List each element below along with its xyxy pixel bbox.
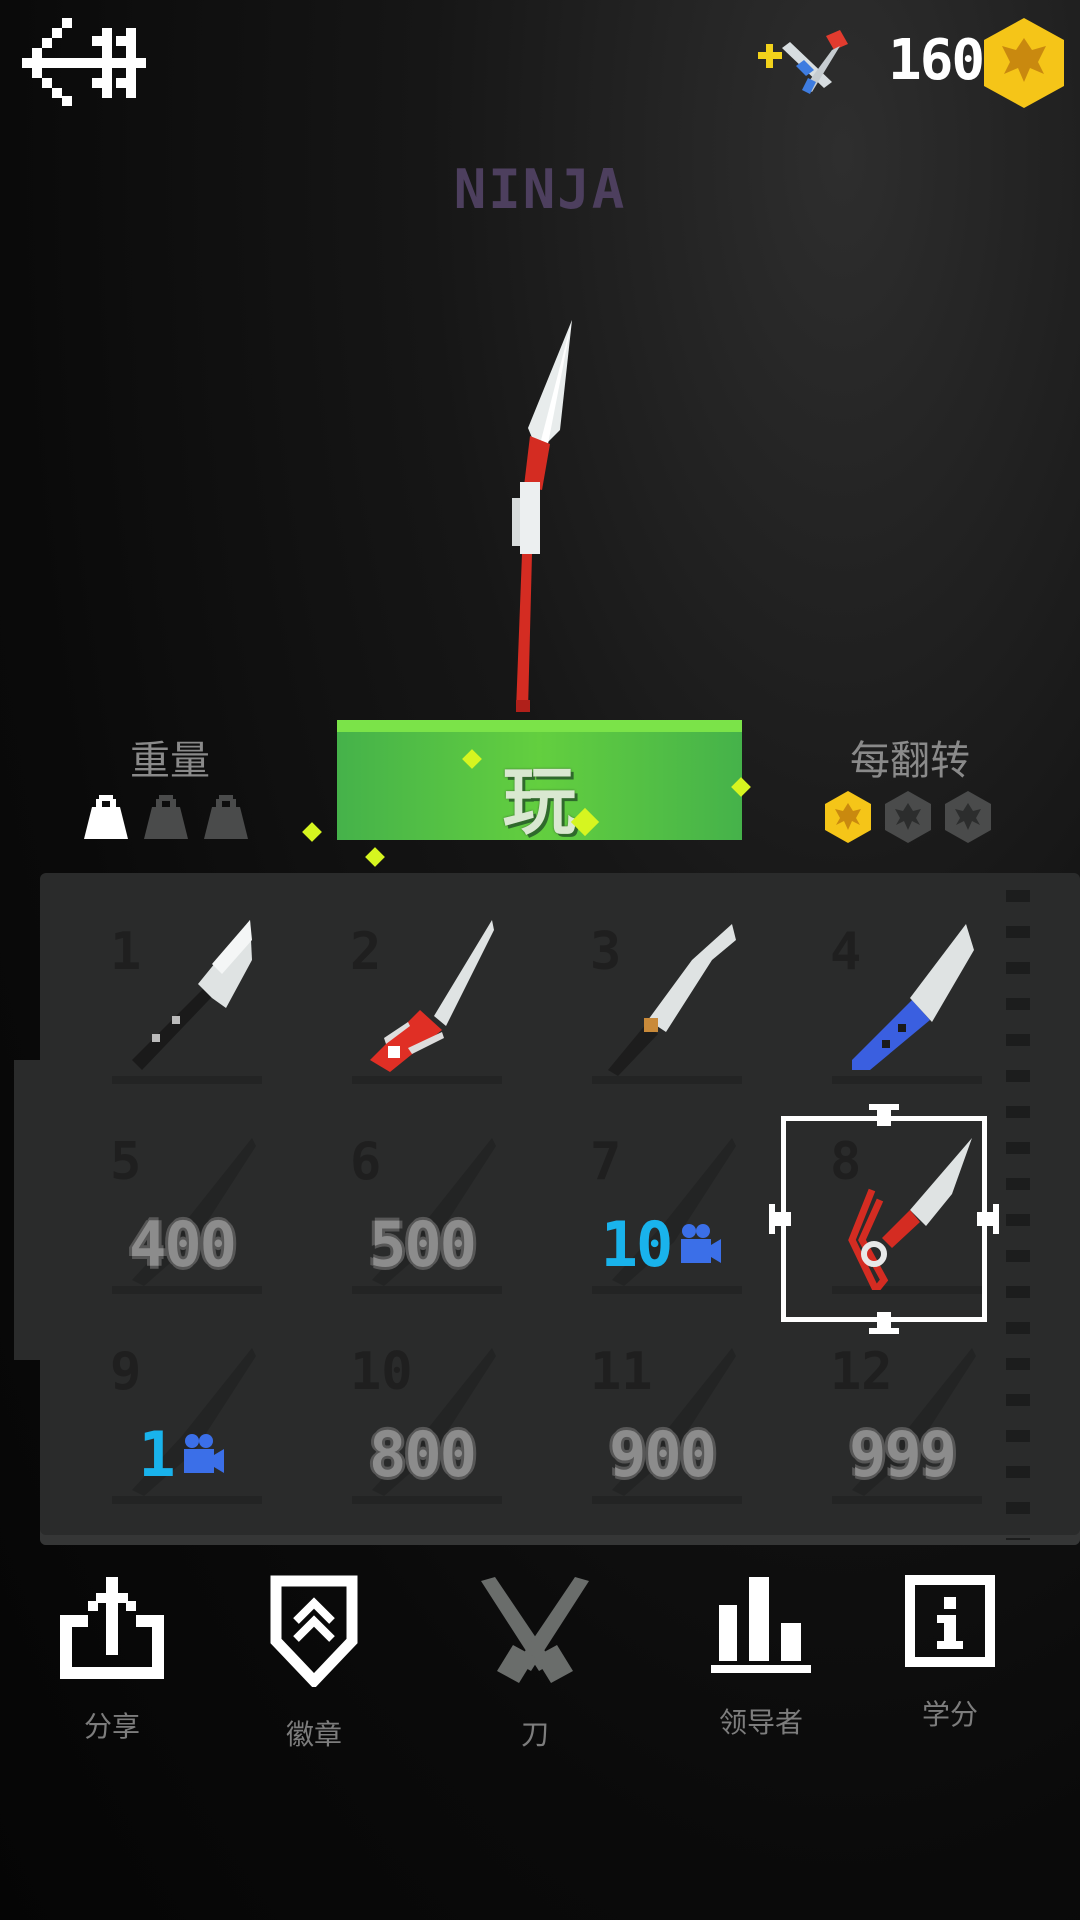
knife-slot-9[interactable]: 91 [62,1300,302,1510]
knife-shape [648,924,736,1032]
spark [302,822,322,842]
back-button[interactable] [22,18,146,106]
ad-count-text: 10 [600,1208,674,1281]
knife-detail [882,1040,890,1048]
knife-detail [644,1018,658,1032]
ad-unlock-count: 10 [562,1208,762,1281]
crossed-knives-icon [481,1577,589,1683]
knife-slot-10[interactable]: 10 800 [302,1300,542,1510]
nav-badges-label: 徽章 [285,1718,342,1751]
flip-reward-label: 每翻转 [850,738,970,784]
knife-slot-4[interactable]: 4 [782,880,1022,1090]
knife-icon [132,920,252,1070]
knife-slot-1[interactable]: 1 [62,880,302,1090]
flip-reward-meter [824,790,996,846]
knife-slot-12[interactable]: 12 999 [782,1300,1022,1510]
nav-credits[interactable]: 学分 [855,1575,1045,1765]
knife-icon [370,920,494,1072]
weight-label: 重量 [130,738,210,784]
weight-icon [84,795,128,839]
nav-leaders[interactable]: 领导者 [666,1575,856,1765]
slot-price: 800 [369,1418,477,1491]
ad-count-text: 1 [138,1418,175,1491]
weight-meter [82,795,257,845]
nav-share[interactable]: 分享 [17,1575,207,1765]
knife-slot-5[interactable]: 5 400 [62,1090,302,1300]
knife-detail [898,1024,906,1032]
slot-price: 999 [849,1418,957,1491]
shop-button[interactable] [752,24,860,96]
knife-slot-2[interactable]: 2 [302,880,542,1090]
knife-icon [608,924,736,1076]
shop-knives-icon [758,30,848,94]
knife-shape [910,924,974,1022]
coin-badge-icon [885,791,931,843]
nav-badges[interactable]: 徽章 [219,1575,409,1765]
back-arrow-icon [22,18,146,106]
video-ad-icon [183,1433,224,1473]
knife-detail [152,1034,160,1042]
knife-detail [172,1016,180,1024]
coin-badge-icon [945,791,991,843]
slot-price: 900 [609,1418,717,1491]
badge-shield-icon [270,1575,358,1687]
play-label: 玩 [502,759,577,845]
coin-count: 160 [888,28,985,93]
ad-unlock-count: 1 [82,1418,282,1491]
spark [365,847,385,867]
share-icon [60,1577,164,1679]
knife-shape [434,920,494,1026]
video-ad-icon [681,1223,722,1263]
slot-price: 500 [369,1208,477,1281]
weight-icon [204,795,248,839]
coin-icon [982,16,1066,110]
knife-slot-7[interactable]: 7 10 [542,1090,782,1300]
knife-name: NINJA [453,158,627,221]
knife-slot-11[interactable]: 11 900 [542,1300,782,1510]
nav-credits-label: 学分 [921,1698,978,1731]
nav-knives-label: 刀 [520,1718,549,1751]
knife-preview [490,320,590,715]
coin-badge-icon [825,791,871,843]
info-icon [905,1575,995,1667]
play-button[interactable]: 玩 [337,720,751,845]
weight-icon [144,795,188,839]
nav-share-label: 分享 [83,1710,140,1743]
nav-leaders-label: 领导者 [718,1706,803,1739]
nav-knives[interactable]: 刀 [440,1575,630,1765]
knife-slot-6[interactable]: 6 500 [302,1090,542,1300]
knife-shape [852,1000,930,1070]
knife-icon [852,924,974,1070]
leaderboard-icon [711,1577,811,1673]
selected-slot-frame [769,1104,999,1334]
knife-slot-3[interactable]: 3 [542,880,782,1090]
knife-detail [388,1046,400,1058]
slot-price: 400 [129,1208,237,1281]
